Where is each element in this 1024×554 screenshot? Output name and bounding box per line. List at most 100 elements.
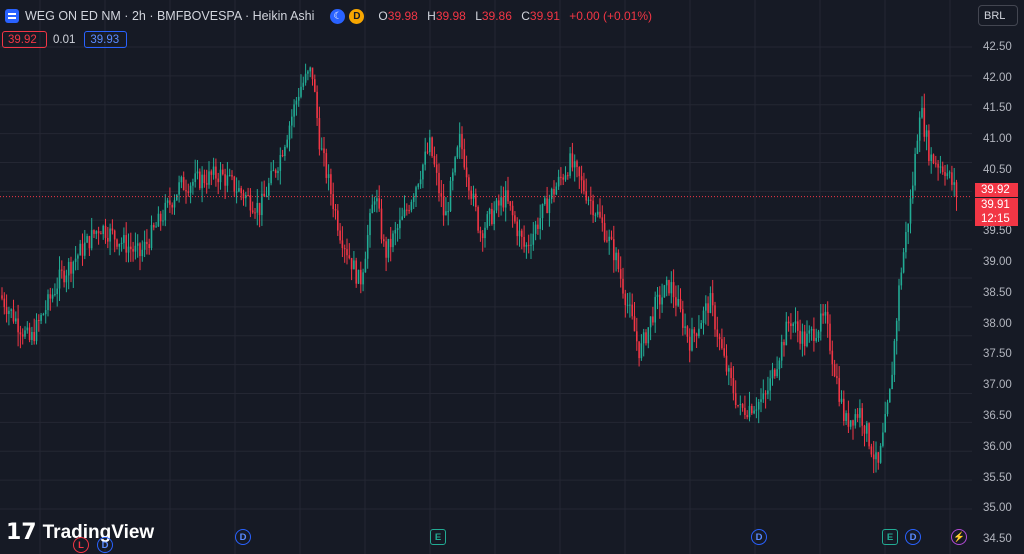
candle-body — [872, 454, 875, 460]
candle-body — [316, 91, 318, 119]
candle-body — [560, 176, 562, 178]
symbol-title[interactable]: WEG ON ED NM · 2h · BMFBOVESPA · Heikin … — [25, 9, 314, 23]
candle-body — [334, 209, 337, 211]
candle-body — [886, 402, 889, 415]
candle-body — [134, 245, 137, 252]
candle-body — [369, 213, 371, 236]
candle-body — [728, 368, 730, 372]
open-value: 39.98 — [387, 9, 418, 23]
split-marker[interactable]: ⚡ — [951, 529, 967, 545]
candle-body — [569, 153, 571, 176]
candle-body — [721, 339, 723, 349]
candle-body — [164, 202, 167, 221]
dividend-marker[interactable]: D — [97, 537, 113, 553]
candle-body — [320, 148, 323, 150]
moon-icon[interactable]: ☾ — [330, 8, 346, 24]
candle-body — [97, 231, 100, 234]
delayed-badge[interactable]: D — [349, 8, 365, 24]
price-tick: 36.50 — [983, 410, 1012, 422]
candle-body — [613, 239, 615, 261]
candle-body — [364, 258, 367, 273]
candle-body — [576, 161, 578, 168]
candle-body — [937, 163, 939, 168]
candle-body — [498, 200, 500, 206]
dividend-marker[interactable]: D — [751, 529, 767, 545]
candle-body — [300, 86, 302, 97]
candle-body — [760, 399, 762, 402]
candle-body — [403, 209, 406, 217]
candle-body — [544, 198, 546, 205]
exchange-flag-icon[interactable] — [5, 9, 19, 23]
chart-area[interactable] — [0, 0, 972, 554]
candle-body — [224, 174, 226, 186]
candle-body — [778, 360, 781, 370]
candle-body — [166, 200, 169, 203]
candle-body — [452, 172, 454, 181]
candle-body — [548, 199, 551, 213]
symbol-legend: WEG ON ED NM · 2h · BMFBOVESPA · Heikin … — [5, 7, 658, 25]
candle-body — [590, 199, 592, 201]
candle-body — [935, 163, 937, 165]
candle-body — [511, 205, 514, 216]
candle-body — [231, 175, 233, 177]
currency-button[interactable]: BRL — [978, 5, 1018, 26]
dividend-marker[interactable]: D — [235, 529, 251, 545]
candle-body — [240, 188, 242, 194]
candle-body — [599, 211, 601, 218]
candle-body — [776, 369, 778, 377]
candle-body — [594, 214, 597, 216]
candle-body — [61, 269, 63, 271]
candle-body — [90, 230, 93, 249]
candle-body — [339, 230, 341, 241]
candle-body — [907, 223, 909, 233]
high-price-label: 39.92 — [975, 183, 1018, 197]
price-tick: 35.50 — [983, 472, 1012, 484]
candle-body — [774, 369, 776, 377]
candle-body — [493, 210, 495, 225]
candle-body — [500, 197, 502, 206]
candle-body — [652, 316, 654, 323]
candle-body — [718, 336, 721, 340]
candle-body — [353, 260, 355, 270]
candle-body — [741, 404, 744, 408]
candle-body — [203, 174, 206, 184]
earnings-marker[interactable]: E — [882, 529, 898, 545]
dividend-marker[interactable]: D — [905, 529, 921, 545]
earnings-marker[interactable]: E — [430, 529, 446, 545]
candle-body — [895, 320, 898, 342]
candle-body — [514, 215, 516, 222]
candle-body — [77, 255, 79, 259]
candle-body — [284, 146, 286, 157]
candle-body — [507, 190, 509, 202]
candle-body — [412, 197, 415, 202]
candle-body — [380, 208, 383, 240]
candle-body — [711, 293, 714, 306]
event-marker[interactable]: L — [73, 537, 89, 553]
tradingview-logo-icon: 17 — [6, 520, 37, 545]
candle-body — [408, 210, 410, 212]
candle-body — [709, 293, 712, 313]
candle-body — [394, 229, 397, 234]
candle-body — [116, 239, 118, 247]
sell-button[interactable]: 39.92 — [2, 31, 47, 48]
candle-body — [946, 173, 949, 177]
candle-body — [185, 190, 187, 192]
candle-body — [256, 202, 259, 213]
candle-body — [764, 393, 767, 395]
candle-body — [863, 425, 866, 434]
candle-body — [665, 280, 668, 286]
price-tick: 39.00 — [983, 256, 1012, 268]
candle-body — [939, 166, 942, 168]
candle-body — [286, 139, 288, 147]
candle-body — [461, 134, 463, 150]
candle-body — [291, 116, 293, 126]
candle-body — [884, 414, 886, 433]
candle-body — [516, 221, 518, 237]
buy-button[interactable]: 39.93 — [84, 31, 128, 48]
candle-body — [447, 211, 449, 213]
candle-body — [277, 170, 279, 174]
candle-body — [371, 204, 374, 214]
candle-body — [40, 314, 42, 321]
candle-body — [429, 137, 431, 153]
price-tick: 37.50 — [983, 348, 1012, 360]
